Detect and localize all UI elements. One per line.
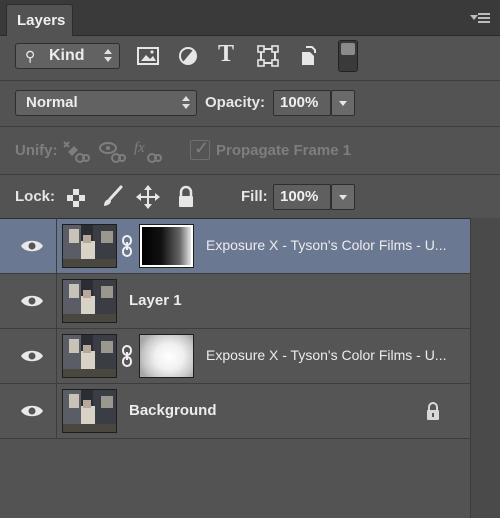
select-arrows-icon bbox=[182, 96, 190, 110]
tab-layers-label: Layers bbox=[17, 12, 66, 29]
smart-object-filter-icon[interactable] bbox=[296, 45, 320, 67]
visibility-toggle[interactable] bbox=[0, 329, 57, 384]
opacity-label: Opacity: bbox=[205, 94, 266, 111]
unify-style-icon[interactable]: fx bbox=[132, 138, 162, 164]
panel-tab-bar: Layers bbox=[0, 0, 500, 36]
layer-thumbnail bbox=[62, 334, 117, 378]
layer-lock-icon[interactable] bbox=[424, 401, 442, 421]
opacity-value: 100% bbox=[280, 94, 319, 111]
propagate-frame-checkbox[interactable]: ✓ bbox=[190, 138, 210, 160]
blend-mode-select[interactable]: Normal bbox=[15, 90, 197, 116]
lock-position-icon[interactable] bbox=[136, 184, 160, 210]
unify-visibility-icon[interactable] bbox=[96, 138, 126, 164]
filter-kind-label: Kind bbox=[49, 47, 85, 64]
layers-list: Exposure X - Tyson's Color Films - U... … bbox=[0, 218, 470, 518]
unify-position-icon[interactable] bbox=[60, 138, 90, 164]
chevron-down-icon bbox=[339, 101, 347, 106]
layer-mask-thumbnail[interactable] bbox=[139, 334, 194, 378]
lock-image-pixels-icon[interactable] bbox=[100, 184, 124, 210]
pixel-layer-filter-icon[interactable] bbox=[136, 45, 160, 67]
unify-label: Unify: bbox=[15, 142, 58, 159]
layer-thumbnail bbox=[62, 279, 117, 323]
layer-name: Exposure X - Tyson's Color Films - U... bbox=[206, 237, 447, 253]
layer-name: Background bbox=[129, 402, 217, 419]
fill-field[interactable]: 100% bbox=[273, 184, 331, 210]
layer-row[interactable]: Layer 1 bbox=[0, 274, 470, 329]
opacity-field[interactable]: 100% bbox=[273, 90, 331, 116]
type-layer-filter-icon[interactable]: T bbox=[218, 41, 234, 68]
search-icon: ⚲ bbox=[25, 48, 36, 64]
layer-thumbnail bbox=[62, 224, 117, 268]
mask-link-icon[interactable] bbox=[121, 235, 133, 257]
layers-panel: Layers ⚲ Kind T Normal Opacity: 100% Uni… bbox=[0, 0, 500, 518]
lock-label: Lock: bbox=[15, 188, 56, 205]
propagate-frame-label: Propagate Frame 1 bbox=[216, 142, 352, 159]
tab-layers[interactable]: Layers bbox=[6, 4, 73, 36]
layer-row[interactable]: Background bbox=[0, 384, 470, 439]
layer-name: Exposure X - Tyson's Color Films - U... bbox=[206, 347, 447, 363]
visibility-toggle[interactable] bbox=[0, 219, 57, 274]
layer-name: Layer 1 bbox=[129, 292, 182, 309]
adjustment-layer-filter-icon[interactable] bbox=[176, 45, 200, 67]
eye-icon bbox=[20, 403, 44, 419]
fill-dropdown-button[interactable] bbox=[331, 184, 355, 210]
filter-toggle-switch[interactable] bbox=[338, 40, 358, 72]
chevron-down-icon bbox=[339, 195, 347, 200]
filter-kind-select[interactable]: ⚲ Kind bbox=[15, 43, 120, 69]
layers-scrollbar[interactable] bbox=[470, 218, 500, 518]
select-arrows-icon bbox=[104, 49, 112, 63]
layer-row[interactable]: Exposure X - Tyson's Color Films - U... bbox=[0, 219, 470, 274]
fill-label: Fill: bbox=[241, 188, 268, 205]
visibility-toggle[interactable] bbox=[0, 274, 57, 329]
fill-value: 100% bbox=[280, 188, 319, 205]
checkmark-icon: ✓ bbox=[194, 138, 210, 158]
shape-layer-filter-icon[interactable] bbox=[256, 45, 280, 67]
opacity-dropdown-button[interactable] bbox=[331, 90, 355, 116]
lock-all-icon[interactable] bbox=[174, 184, 198, 210]
eye-icon bbox=[20, 238, 44, 254]
eye-icon bbox=[20, 293, 44, 309]
layer-mask-thumbnail[interactable] bbox=[139, 224, 194, 268]
layer-thumbnail bbox=[62, 389, 117, 433]
panel-menu-icon[interactable] bbox=[470, 10, 492, 26]
visibility-toggle[interactable] bbox=[0, 384, 57, 439]
eye-icon bbox=[20, 348, 44, 364]
blend-mode-value: Normal bbox=[26, 94, 78, 111]
svg-text:fx: fx bbox=[134, 140, 145, 156]
lock-transparent-pixels-icon[interactable] bbox=[64, 184, 88, 210]
mask-link-icon[interactable] bbox=[121, 345, 133, 367]
layer-row[interactable]: Exposure X - Tyson's Color Films - U... bbox=[0, 329, 470, 384]
